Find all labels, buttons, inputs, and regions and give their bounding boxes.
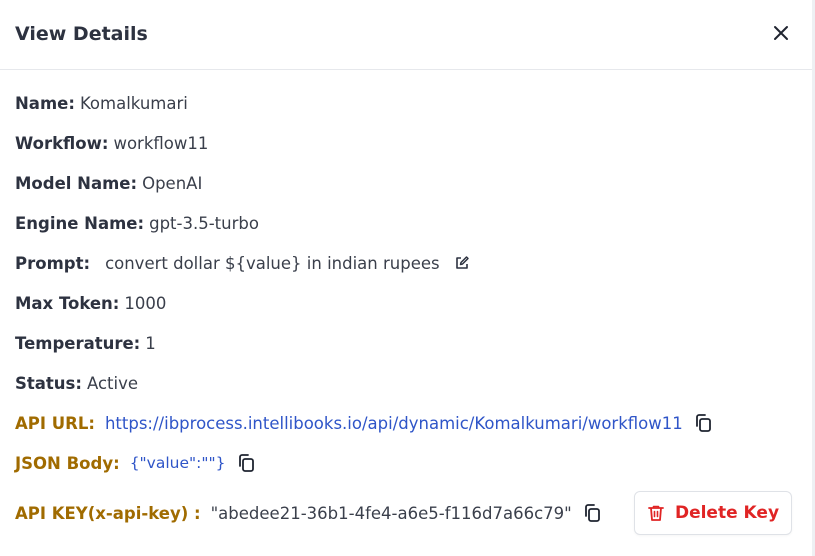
workflow-label: Workflow: bbox=[15, 133, 109, 153]
copy-icon[interactable] bbox=[236, 453, 256, 473]
api-url-link[interactable]: https://ibprocess.intellibooks.io/api/dy… bbox=[105, 414, 683, 433]
engine-name-label: Engine Name: bbox=[15, 213, 145, 233]
detail-row-api-url: API URL: https://ibprocess.intellibooks.… bbox=[15, 403, 713, 443]
temperature-value: 1 bbox=[145, 333, 156, 353]
api-url-label: API URL: bbox=[15, 413, 95, 433]
api-key-value: "abedee21-36b1-4fe4-a6e5-f116d7a66c79" bbox=[210, 503, 572, 523]
copy-icon[interactable] bbox=[693, 413, 713, 433]
status-value: Active bbox=[86, 373, 139, 393]
trash-icon bbox=[647, 504, 665, 522]
name-label: Name: bbox=[15, 93, 75, 113]
json-body-label: JSON Body: bbox=[15, 453, 120, 473]
api-key-label: API KEY(x-api-key) : bbox=[15, 503, 201, 523]
name-value: Komalkumari bbox=[79, 93, 188, 113]
close-icon[interactable] bbox=[769, 21, 793, 45]
detail-row-model-name: Model Name: OpenAI bbox=[15, 163, 202, 203]
detail-row-workflow: Workflow: workflow11 bbox=[15, 123, 208, 163]
detail-row-max-token: Max Token: 1000 bbox=[15, 283, 166, 323]
detail-row-status: Status: Active bbox=[15, 363, 138, 403]
model-name-label: Model Name: bbox=[15, 173, 138, 193]
temperature-label: Temperature: bbox=[15, 333, 141, 353]
view-details-modal: View Details Name: Komalkumari Workflow:… bbox=[0, 0, 815, 556]
model-name-value: OpenAI bbox=[142, 173, 203, 193]
max-token-value: 1000 bbox=[124, 293, 167, 313]
engine-name-value: gpt-3.5-turbo bbox=[149, 213, 259, 233]
detail-row-temperature: Temperature: 1 bbox=[15, 323, 156, 363]
delete-key-label: Delete Key bbox=[674, 503, 780, 523]
detail-row-json-body: JSON Body: {"value":""} bbox=[15, 443, 256, 483]
max-token-label: Max Token: bbox=[15, 293, 120, 313]
workflow-value: workflow11 bbox=[113, 133, 209, 153]
prompt-value: convert dollar ${value} in indian rupees bbox=[105, 253, 440, 273]
status-label: Status: bbox=[15, 373, 82, 393]
detail-row-engine-name: Engine Name: gpt-3.5-turbo bbox=[15, 203, 259, 243]
detail-row-api-key: API KEY(x-api-key) : "abedee21-36b1-4fe4… bbox=[15, 493, 602, 533]
copy-icon[interactable] bbox=[582, 503, 602, 523]
delete-key-button[interactable]: Delete Key bbox=[634, 491, 792, 535]
prompt-label: Prompt: bbox=[15, 253, 91, 273]
detail-row-prompt: Prompt: convert dollar ${value} in india… bbox=[15, 243, 470, 283]
modal-header: View Details bbox=[0, 0, 815, 70]
detail-row-name: Name: Komalkumari bbox=[15, 83, 188, 123]
edit-icon[interactable] bbox=[454, 255, 470, 271]
modal-title: View Details bbox=[15, 23, 148, 45]
json-body-value: {"value":""} bbox=[129, 454, 226, 472]
